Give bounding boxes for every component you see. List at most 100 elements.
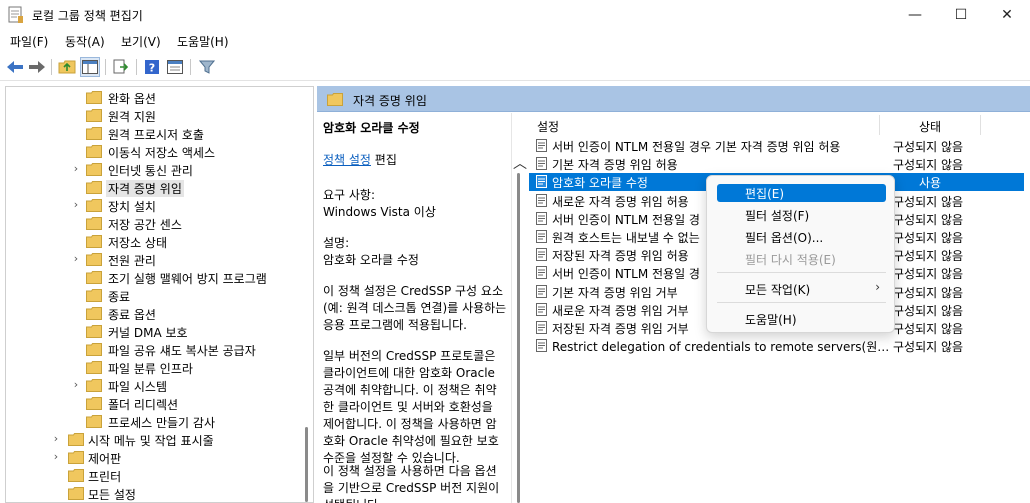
policy-setting-link[interactable]: 정책 설정	[323, 153, 371, 167]
tree-item[interactable]: 프로세스 만들기 감사	[6, 413, 296, 431]
help-icon: ?	[145, 60, 159, 75]
policy-setting-icon	[536, 339, 547, 353]
tree-item[interactable]: 파일 분류 인프라	[6, 359, 296, 377]
menu-help[interactable]: 도움말(H)	[177, 33, 229, 50]
policy-row[interactable]: 기본 자격 증명 위임 허용 구성되지 않음	[529, 155, 1024, 173]
chevron-right-icon[interactable]: ›	[70, 252, 82, 268]
up-folder-button[interactable]	[57, 57, 77, 77]
context-menu-item[interactable]: 편집(E)	[717, 184, 886, 202]
description-scrollbar[interactable]: ︿	[512, 113, 527, 503]
back-button[interactable]	[5, 57, 25, 77]
tree-item[interactable]: 모든 설정	[6, 485, 296, 502]
tree-item[interactable]: › 파일 시스템	[6, 377, 296, 395]
tree-item-label: 이동식 저장소 액세스	[108, 146, 215, 160]
folder-icon	[86, 217, 102, 230]
show-hide-tree-button[interactable]	[80, 57, 100, 77]
folder-icon	[86, 127, 102, 140]
tree-item[interactable]: 완화 옵션	[6, 89, 296, 107]
menu-bar: 파일(F) 동작(A) 보기(V) 도움말(H)	[0, 30, 1030, 52]
toolbar-separator	[136, 59, 137, 75]
policy-setting-icon	[536, 230, 547, 243]
submenu-arrow-icon: ›	[875, 280, 880, 294]
scrollbar-thumb[interactable]	[305, 427, 308, 502]
context-menu-separator	[717, 302, 886, 303]
folder-icon	[68, 451, 84, 464]
chevron-right-icon[interactable]: ›	[50, 450, 62, 466]
chevron-right-icon[interactable]: ›	[70, 198, 82, 214]
tree-item[interactable]: 프린터	[6, 467, 296, 485]
filter-button[interactable]	[197, 57, 217, 77]
minimize-button[interactable]: —	[892, 0, 938, 30]
policy-row[interactable]: Restrict delegation of credentials to re…	[529, 337, 1024, 355]
column-header-setting[interactable]: 설정	[537, 113, 559, 137]
menu-action[interactable]: 동작(A)	[65, 33, 105, 50]
tree-item[interactable]: 조기 실행 맬웨어 방지 프로그램	[6, 269, 296, 287]
forward-button[interactable]	[27, 57, 47, 77]
tree-item-label: 완화 옵션	[108, 92, 156, 106]
list-scrollbar[interactable]	[1025, 137, 1029, 503]
tree-item[interactable]: 원격 프로시저 호출	[6, 125, 296, 143]
tree-item[interactable]: 이동식 저장소 액세스	[6, 143, 296, 161]
tree-item[interactable]: 폴더 리디렉션	[6, 395, 296, 413]
folder-icon	[86, 145, 102, 158]
scroll-up-icon[interactable]: ︿	[513, 153, 527, 173]
column-separator[interactable]	[980, 115, 981, 135]
chevron-right-icon[interactable]: ›	[70, 162, 82, 178]
help-button[interactable]: ?	[142, 57, 162, 77]
menu-file[interactable]: 파일(F)	[10, 33, 48, 50]
console-tree[interactable]: 완화 옵션 원격 지원 원격 프로시저 호출이동식 저장소 액세스 › 인터넷 통신 관…	[5, 86, 314, 503]
tree-item-label: 프린터	[88, 470, 122, 484]
context-menu-item[interactable]: 필터 옵션(O)...	[717, 228, 886, 246]
tree-item-label: 자격 증명 위임	[106, 180, 184, 197]
column-header-state[interactable]: 상태	[919, 113, 941, 137]
folder-icon	[86, 253, 102, 266]
context-menu-item[interactable]: 모든 작업(K) ›	[717, 280, 886, 298]
policy-row[interactable]: 서버 인증이 NTLM 전용일 경우 기본 자격 증명 위임 허용 구성되지 않음	[529, 137, 1024, 155]
context-menu: 편집(E) 필터 설정(F) 필터 옵션(O)... 필터 다시 적용(E) 모든 작업…	[706, 175, 895, 333]
context-menu-item[interactable]: 필터 설정(F)	[717, 206, 886, 224]
folder-up-icon	[58, 60, 76, 74]
policy-state: 구성되지 않음	[893, 231, 964, 245]
tree-item[interactable]: 자격 증명 위임	[6, 179, 296, 197]
menu-view[interactable]: 보기(V)	[121, 33, 161, 50]
tree-item[interactable]: 원격 지원	[6, 107, 296, 125]
context-menu-label: 필터 다시 적용(E)	[745, 253, 836, 267]
forward-arrow-icon	[29, 61, 45, 73]
tree-item[interactable]: 파일 공유 섀도 복사본 공급자	[6, 341, 296, 359]
tree-item[interactable]: 종료	[6, 287, 296, 305]
tree-item[interactable]: 저장 공간 센스	[6, 215, 296, 233]
context-menu-label: 필터 설정(F)	[745, 209, 810, 223]
policy-state: 구성되지 않음	[893, 322, 964, 336]
chevron-right-icon[interactable]: ›	[70, 378, 82, 394]
context-menu-label: 필터 옵션(O)...	[745, 231, 824, 245]
context-menu-label: 도움말(H)	[745, 313, 797, 327]
policy-name: 기본 자격 증명 위임 허용	[552, 158, 678, 173]
tree-item-label: 종료 옵션	[108, 308, 156, 322]
column-separator[interactable]	[879, 115, 880, 135]
chevron-right-icon[interactable]: ›	[50, 432, 62, 448]
close-button[interactable]: ✕	[984, 0, 1030, 30]
maximize-button[interactable]: ☐	[938, 0, 984, 30]
export-list-button[interactable]	[111, 57, 131, 77]
tree-item[interactable]: › 장치 설치	[6, 197, 296, 215]
properties-button[interactable]	[165, 57, 185, 77]
tree-item[interactable]: › 제어판	[6, 449, 296, 467]
folder-icon	[86, 163, 102, 176]
back-arrow-icon	[7, 61, 23, 73]
scrollbar-thumb[interactable]	[517, 173, 520, 503]
folder-icon	[86, 343, 102, 356]
toolbar-separator	[190, 59, 191, 75]
folder-icon	[86, 109, 102, 122]
tree-scrollbar[interactable]	[302, 87, 313, 502]
context-menu-item[interactable]: 도움말(H)	[717, 310, 886, 328]
tree-item[interactable]: 저장소 상태	[6, 233, 296, 251]
tree-item[interactable]: 커널 DMA 보호	[6, 323, 296, 341]
context-menu-label: 편집(E)	[745, 187, 785, 201]
tree-item[interactable]: › 인터넷 통신 관리	[6, 161, 296, 179]
tree-item[interactable]: › 전원 관리	[6, 251, 296, 269]
policy-setting-icon	[536, 211, 547, 225]
tree-item[interactable]: › 시작 메뉴 및 작업 표시줄	[6, 431, 296, 449]
tree-item[interactable]: 종료 옵션	[6, 305, 296, 323]
description-panel: 암호화 오라클 수정 정책 설정 편집 요구 사항: Windows Vista…	[317, 113, 512, 503]
edit-policy-link-line: 정책 설정 편집	[323, 151, 397, 168]
